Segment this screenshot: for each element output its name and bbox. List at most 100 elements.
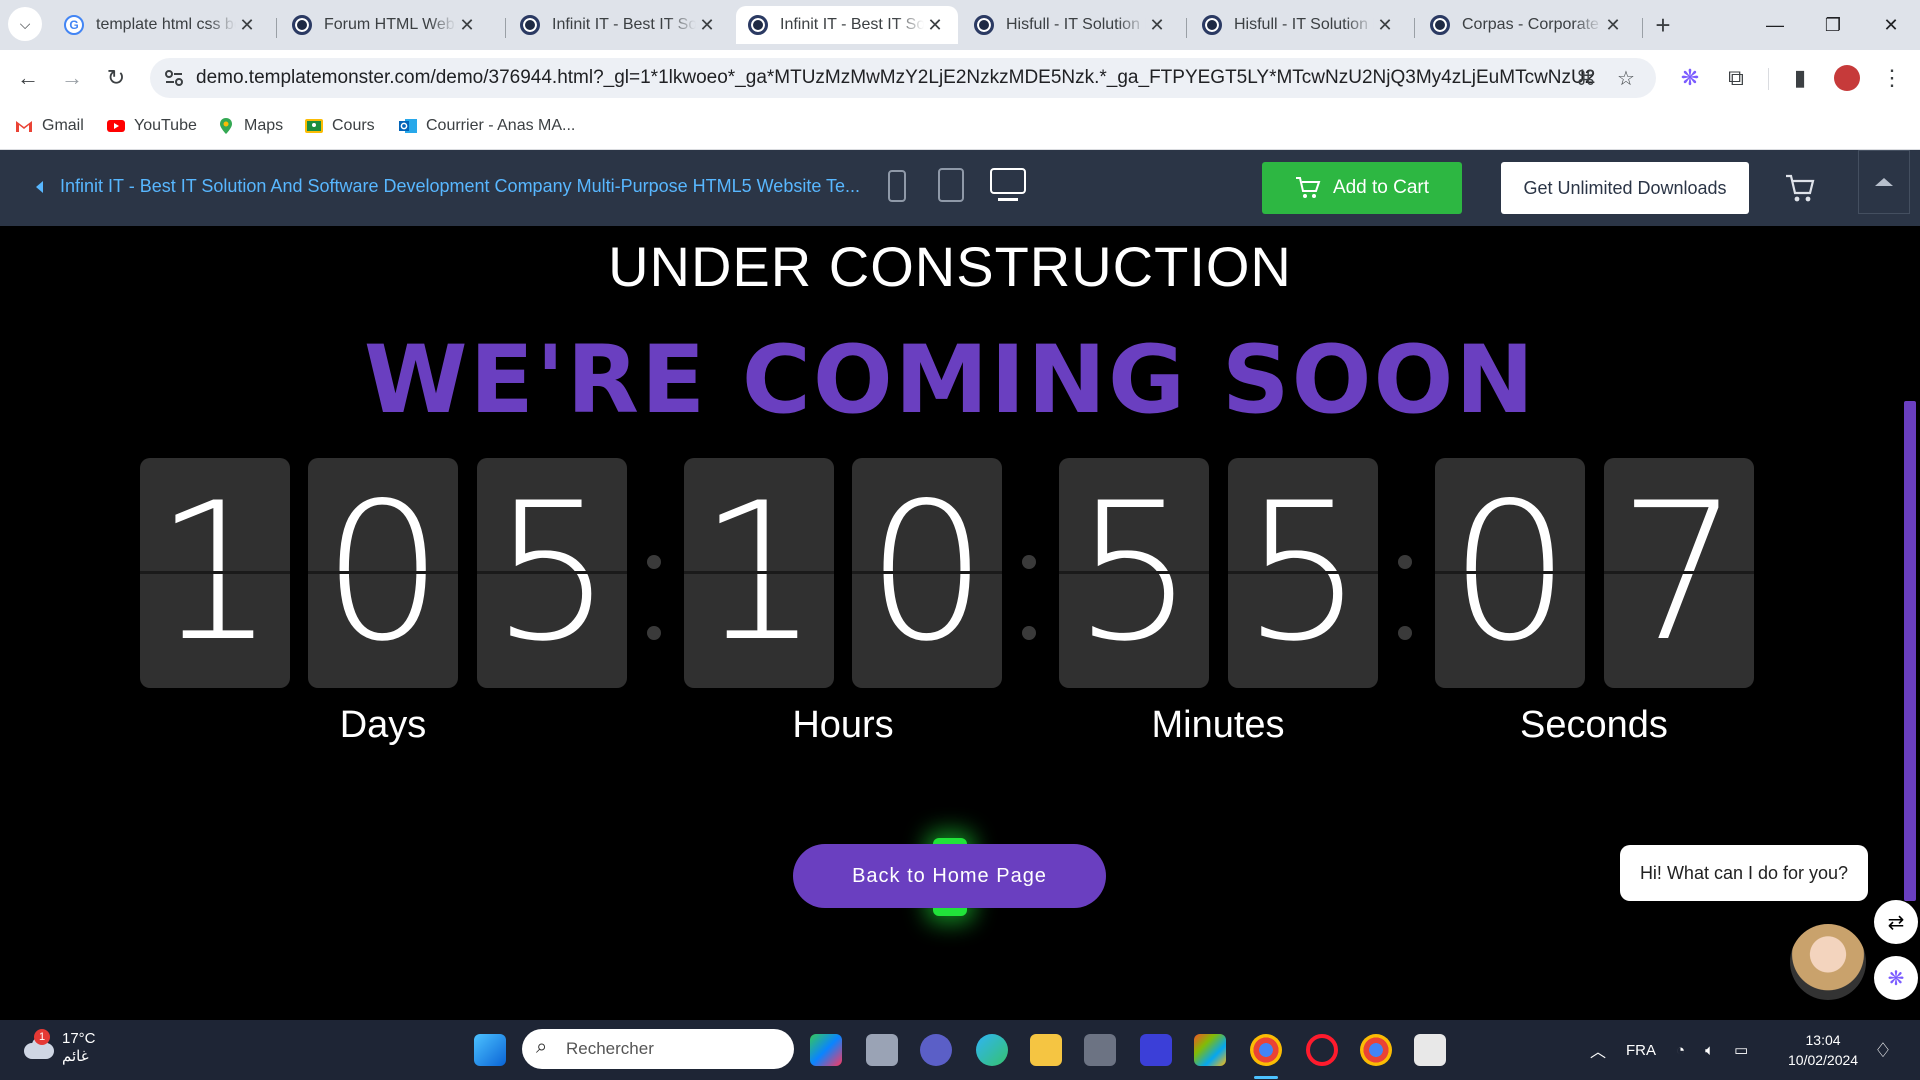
chrome-profile-icon[interactable]	[1360, 1034, 1392, 1066]
chat-avatar[interactable]	[1790, 924, 1866, 1000]
chrome-icon[interactable]	[1250, 1034, 1282, 1066]
cloud-icon: 1	[22, 1029, 54, 1061]
profile-avatar-icon[interactable]	[1834, 65, 1860, 91]
tab-title: Hisfull - IT Solution R	[1006, 16, 1146, 33]
tab-search-button[interactable]: ⌵	[8, 7, 42, 41]
weather-desc: غائم	[62, 1048, 89, 1065]
close-icon[interactable]: ✕	[924, 14, 946, 36]
file-explorer-icon[interactable]	[1030, 1034, 1062, 1066]
bookmarks-bar: Gmail YouTube Maps Cours Courrier - Anas…	[0, 106, 1920, 150]
windows-start-icon[interactable]	[474, 1034, 506, 1066]
back-arrow-icon[interactable]	[36, 181, 43, 193]
close-icon[interactable]: ✕	[696, 14, 718, 36]
desktop-view-icon[interactable]	[990, 168, 1026, 194]
chevron-up-icon[interactable]: ︿	[1590, 1038, 1606, 1062]
taskbar-search[interactable]: ⌕ Rechercher	[522, 1029, 794, 1069]
edge-icon[interactable]	[976, 1034, 1008, 1066]
tab-title: template html css bo	[96, 16, 236, 33]
close-icon[interactable]: ✕	[1374, 14, 1396, 36]
forward-icon[interactable]: →	[54, 60, 90, 96]
tab-title: Infinit IT - Best IT Sol	[552, 16, 696, 33]
bookmark-courrier[interactable]: Courrier - Anas MA...	[398, 116, 575, 136]
bookmark-star-icon[interactable]: ☆	[1614, 66, 1638, 90]
chevron-up-icon	[1875, 178, 1893, 186]
bookmark-label: Cours	[332, 117, 375, 134]
store-icon[interactable]	[1194, 1034, 1226, 1066]
translate-icon[interactable]: ⌘	[1574, 66, 1598, 90]
close-icon[interactable]: ✕	[1146, 14, 1168, 36]
countdown-digit: 1	[140, 458, 290, 688]
app-icon[interactable]	[1084, 1034, 1116, 1066]
tab-3[interactable]: Infinit IT - Best IT Sol ✕	[508, 6, 730, 44]
youtube-icon	[107, 120, 125, 132]
search-placeholder: Rechercher	[566, 1039, 654, 1058]
task-view-icon[interactable]	[866, 1034, 898, 1066]
templatemonster-icon	[748, 15, 768, 35]
brain-widget-icon[interactable]: ❋	[1874, 956, 1918, 1000]
tab-7[interactable]: Corpas - Corporate R ✕	[1418, 6, 1636, 44]
restore-icon[interactable]: ❐	[1804, 0, 1862, 50]
back-to-home-button[interactable]: Back to Home Page	[793, 844, 1106, 908]
scrollbar-thumb[interactable]	[1904, 401, 1916, 901]
bookmark-cours[interactable]: Cours	[304, 116, 375, 136]
menu-kebab-icon[interactable]: ⋮	[1874, 60, 1910, 96]
templatemonster-icon	[1202, 15, 1222, 35]
add-to-cart-label: Add to Cart	[1332, 177, 1430, 198]
cart-icon[interactable]	[1784, 172, 1816, 204]
clock[interactable]: 13:04 10/02/2024	[1788, 1030, 1858, 1070]
window-close-icon[interactable]: ✕	[1862, 0, 1920, 50]
tab-4-active[interactable]: Infinit IT - Best IT Sol ✕	[736, 6, 958, 44]
volume-icon[interactable]: 🔈︎	[1705, 1042, 1714, 1059]
minimize-icon[interactable]: —	[1746, 0, 1804, 50]
bookmark-label: Courrier - Anas MA...	[426, 117, 576, 134]
language-indicator[interactable]: FRA	[1626, 1042, 1656, 1059]
close-icon[interactable]: ✕	[1602, 14, 1624, 36]
tab-5[interactable]: Hisfull - IT Solution R ✕	[962, 6, 1180, 44]
countdown-digit: 0	[852, 458, 1002, 688]
bookmark-gmail[interactable]: Gmail	[14, 116, 84, 136]
tab-1[interactable]: G template html css bo ✕	[52, 6, 270, 44]
battery-icon[interactable]: ▭	[1734, 1041, 1748, 1059]
templatemonster-preview-bar: Infinit IT - Best IT Solution And Softwa…	[0, 150, 1920, 226]
side-panel-icon[interactable]: ▮	[1782, 60, 1818, 96]
page-heading: UNDER CONSTRUCTION	[608, 235, 1292, 298]
templatemonster-icon	[520, 15, 540, 35]
weather-widget[interactable]: 1 17°C غائم	[22, 1029, 96, 1066]
mobile-view-icon[interactable]	[888, 170, 906, 202]
opera-icon[interactable]	[1306, 1034, 1338, 1066]
copilot-icon[interactable]	[810, 1034, 842, 1066]
label-seconds: Seconds	[1520, 704, 1668, 746]
chat-greeting-bubble[interactable]: Hi! What can I do for you?	[1620, 845, 1868, 901]
reload-icon[interactable]: ↻	[98, 60, 134, 96]
search-icon: ⌕	[536, 1036, 548, 1058]
close-icon[interactable]: ✕	[456, 14, 478, 36]
tab-2[interactable]: Forum HTML Website ✕	[280, 6, 490, 44]
tab-title: Forum HTML Website	[324, 16, 456, 33]
get-unlimited-downloads-button[interactable]: Get Unlimited Downloads	[1501, 162, 1749, 214]
extension-brain-icon[interactable]: ❋	[1672, 60, 1708, 96]
system-tray: ︿ FRA ◔ 🔈︎ ▭	[1590, 1020, 1748, 1080]
tab-6[interactable]: Hisfull - IT Solution R ✕	[1190, 6, 1408, 44]
page-content: UNDER CONSTRUCTION WE'RE COMING SOON 1 0…	[0, 226, 1920, 1020]
chat-meet-icon[interactable]	[920, 1034, 952, 1066]
vscode-like-icon[interactable]	[1140, 1034, 1172, 1066]
tab-title: Corpas - Corporate R	[1462, 16, 1602, 33]
collapse-bar-button[interactable]	[1858, 150, 1910, 214]
translate-widget-icon[interactable]: ⇄	[1874, 900, 1918, 944]
tablet-view-icon[interactable]	[938, 168, 964, 202]
app-icon[interactable]	[1414, 1034, 1446, 1066]
bookmark-youtube[interactable]: YouTube	[106, 116, 197, 136]
bookmark-maps[interactable]: Maps	[216, 116, 283, 136]
back-icon[interactable]: ←	[10, 60, 46, 96]
separator-dot	[1398, 626, 1412, 640]
close-icon[interactable]: ✕	[236, 14, 258, 36]
wifi-icon[interactable]: ◔	[1676, 1042, 1685, 1059]
address-bar[interactable]: demo.templatemonster.com/demo/376944.htm…	[150, 58, 1656, 98]
templatemonster-icon	[292, 15, 312, 35]
template-title-link[interactable]: Infinit IT - Best IT Solution And Softwa…	[60, 176, 860, 197]
new-tab-button[interactable]: +	[1645, 7, 1681, 43]
notification-bell-icon[interactable]: ♢	[1874, 1038, 1892, 1063]
site-settings-icon[interactable]	[162, 66, 186, 90]
add-to-cart-button[interactable]: Add to Cart	[1262, 162, 1462, 214]
extensions-puzzle-icon[interactable]: ⧉	[1718, 60, 1754, 96]
